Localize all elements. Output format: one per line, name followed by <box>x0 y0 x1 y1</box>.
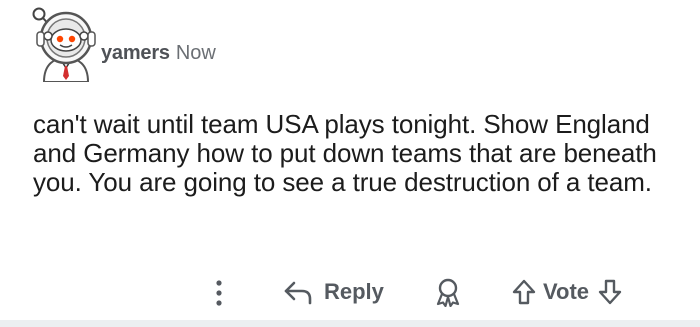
comment-divider <box>0 320 700 327</box>
award-button[interactable] <box>433 275 463 309</box>
more-options-button[interactable] <box>207 276 231 310</box>
comment-header: yamers Now <box>101 39 216 67</box>
username-link[interactable]: yamers <box>101 42 170 65</box>
award-icon <box>435 277 461 307</box>
vertical-ellipsis-icon <box>215 279 223 307</box>
reply-button[interactable]: Reply <box>282 274 384 310</box>
snoo-avatar[interactable] <box>28 4 100 83</box>
reply-label: Reply <box>324 279 384 304</box>
comment-body: can't wait until team USA plays tonight.… <box>33 109 657 197</box>
comment: yamers Now can't wait until team USA pla… <box>0 0 700 320</box>
timestamp: Now <box>175 41 216 64</box>
downvote-arrow-icon[interactable] <box>597 278 623 306</box>
vote-controls: Vote <box>511 274 623 310</box>
upvote-arrow-icon[interactable] <box>511 278 537 306</box>
reply-arrow-icon <box>282 278 316 306</box>
vote-label: Vote <box>543 279 590 304</box>
snoo-astronaut-icon <box>32 7 96 83</box>
comment-action-bar: Reply Vote <box>0 272 700 312</box>
